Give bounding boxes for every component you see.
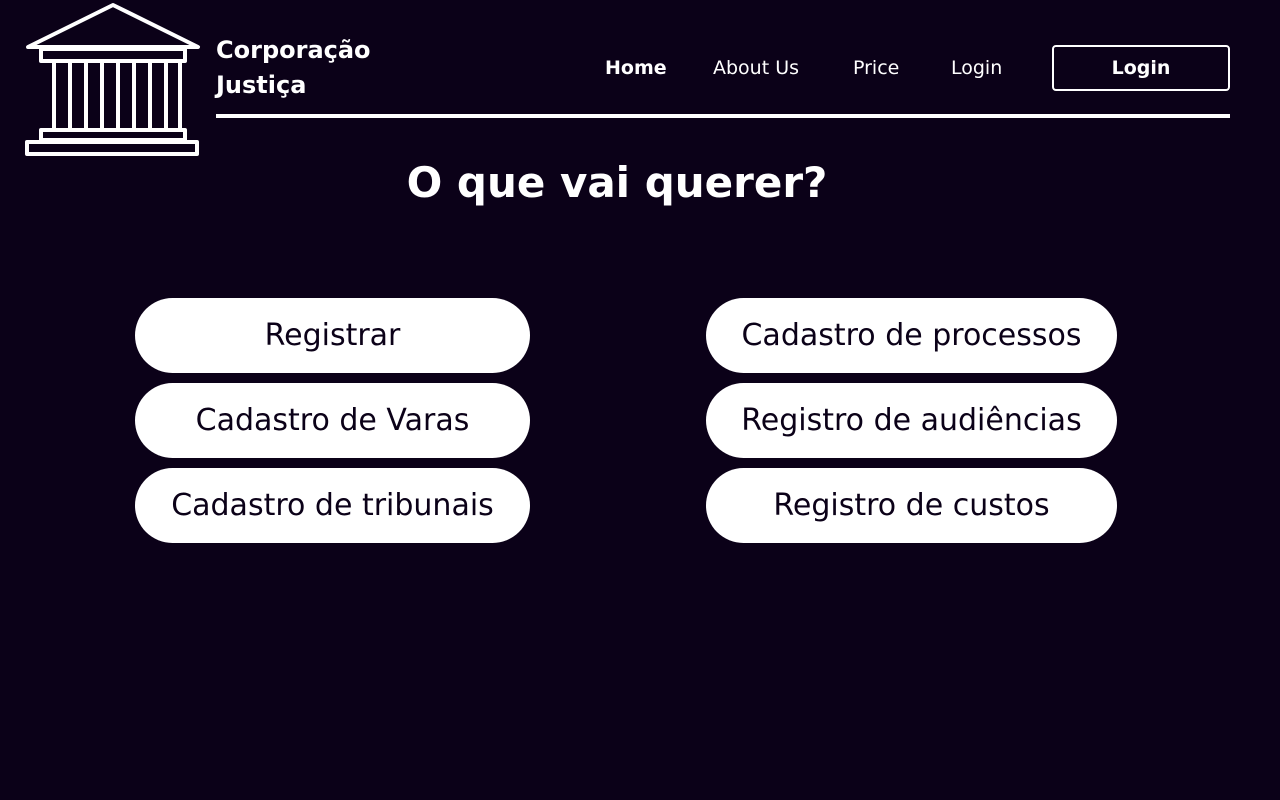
brand-name-line2: Justiça	[216, 71, 307, 99]
page-title: O que vai querer?	[406, 158, 828, 207]
cadastro-de-tribunais-button[interactable]: Cadastro de tribunais	[135, 468, 530, 543]
nav-about-us-link[interactable]: About Us	[713, 54, 799, 82]
registrar-button[interactable]: Registrar	[135, 298, 530, 373]
nav-home-link[interactable]: Home	[605, 54, 667, 82]
registro-de-custos-button[interactable]: Registro de custos	[706, 468, 1117, 543]
nav-price-link[interactable]: Price	[853, 54, 899, 82]
brand-name-line1: Corporação	[216, 36, 371, 64]
cadastro-de-varas-button[interactable]: Cadastro de Varas	[135, 383, 530, 458]
cadastro-de-processos-button[interactable]: Cadastro de processos	[706, 298, 1117, 373]
page: Corporação Justiça Home About Us Price L…	[0, 0, 1280, 800]
registro-de-audiencias-button[interactable]: Registro de audiências	[706, 383, 1117, 458]
courthouse-icon[interactable]	[24, 2, 202, 160]
brand-name[interactable]: Corporação Justiça	[216, 33, 416, 103]
nav-divider	[216, 114, 1230, 118]
login-button[interactable]: Login	[1052, 45, 1230, 91]
nav-login-link[interactable]: Login	[951, 54, 1002, 82]
